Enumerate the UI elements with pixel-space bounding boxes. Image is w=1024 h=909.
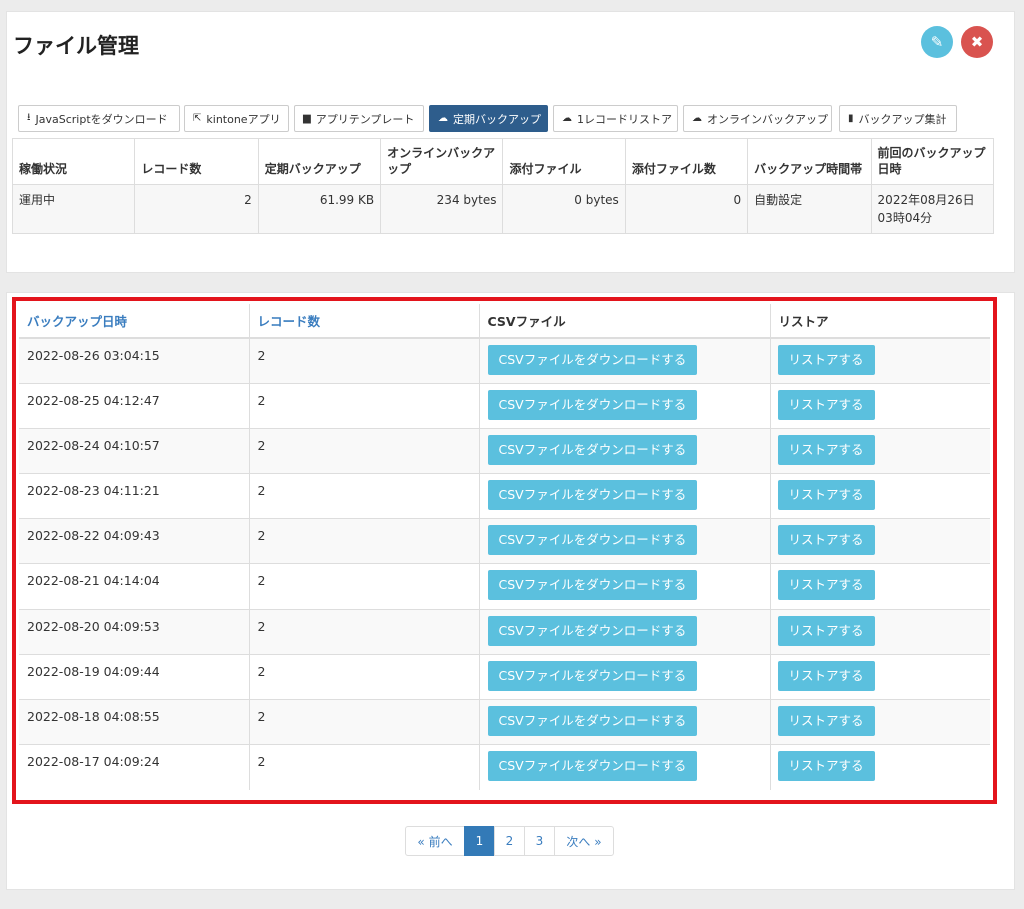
status-table: 稼働状況 レコード数 定期バックアップ オンラインバックアップ 添付ファイル 添付ファイル… xyxy=(11,138,995,234)
toolbar-icon: ▆ xyxy=(303,113,311,124)
pagination-next[interactable]: 次へ » xyxy=(554,826,614,856)
toolbar-icon: ☁ xyxy=(438,113,448,124)
status-cell: 234 bytes xyxy=(380,184,504,234)
toolbar-button-6[interactable]: ▮ バックアップ集計 xyxy=(839,105,957,132)
close-button[interactable]: ✖ xyxy=(961,26,993,58)
page-title: ファイル管理 xyxy=(13,34,139,58)
toolbar-button-label: 定期バックアップ xyxy=(453,112,541,126)
toolbar-button-0[interactable]: ⭳ JavaScriptをダウンロード xyxy=(18,105,180,132)
toolbar-button-1[interactable]: ⇱ kintoneアプリ xyxy=(184,105,289,132)
status-column-header: バックアップ時間帯 xyxy=(747,138,872,185)
toolbar-button-2[interactable]: ▆ アプリテンプレート xyxy=(294,105,424,132)
toolbar-button-4[interactable]: ☁ 1レコードリストア xyxy=(553,105,678,132)
toolbar-button-label: アプリテンプレート xyxy=(315,112,415,126)
status-cell: 2022年08月26日 03時04分 xyxy=(870,184,995,234)
status-column-header: 添付ファイル数 xyxy=(624,138,749,185)
toolbar-icon: ☁ xyxy=(562,113,572,124)
toolbar-button-label: kintoneアプリ xyxy=(206,112,281,126)
edit-button[interactable]: ✎ xyxy=(921,26,953,58)
highlight-frame xyxy=(12,297,997,804)
status-column-header: 定期バックアップ xyxy=(257,138,382,185)
status-column-header: 前回のバックアップ日時 xyxy=(870,138,995,185)
toolbar-button-label: バックアップ集計 xyxy=(858,112,947,126)
toolbar-icon: ⇱ xyxy=(193,113,202,124)
toolbar-button-label: オンラインバックアップ xyxy=(707,112,828,126)
toolbar-button-5[interactable]: ☁ オンラインバックアップ xyxy=(683,105,832,132)
status-cell: 0 xyxy=(624,184,749,234)
toolbar-button-label: 1レコードリストア xyxy=(577,112,672,126)
status-cell: 自動設定 xyxy=(747,184,872,234)
pagination-page-2[interactable]: 2 xyxy=(494,826,525,856)
pagination-prev[interactable]: « 前へ xyxy=(405,826,465,856)
toolbar-icon: ☁ xyxy=(692,113,702,124)
toolbar-icon: ⭳ xyxy=(27,112,31,123)
toolbar-button-label: JavaScriptをダウンロード xyxy=(35,112,168,126)
status-cell: 2 xyxy=(134,184,259,234)
toolbar-icon: ▮ xyxy=(848,113,854,124)
status-cell: 0 bytes xyxy=(502,184,626,234)
status-cell: 61.99 KB xyxy=(257,184,382,234)
status-column-header: 添付ファイル xyxy=(502,138,626,185)
status-column-header: レコード数 xyxy=(134,138,259,185)
pagination-page-3[interactable]: 3 xyxy=(524,826,555,856)
status-column-header: オンラインバックアップ xyxy=(380,138,504,185)
pagination: « 前へ 1 2 3 次へ » xyxy=(405,826,614,856)
status-column-header: 稼働状況 xyxy=(11,138,136,185)
pencil-icon: ✎ xyxy=(930,33,944,51)
status-cell: 運用中 xyxy=(11,184,136,234)
pagination-page-1[interactable]: 1 xyxy=(464,826,495,856)
toolbar-button-3[interactable]: ☁ 定期バックアップ xyxy=(429,105,548,132)
close-icon: ✖ xyxy=(970,33,984,51)
